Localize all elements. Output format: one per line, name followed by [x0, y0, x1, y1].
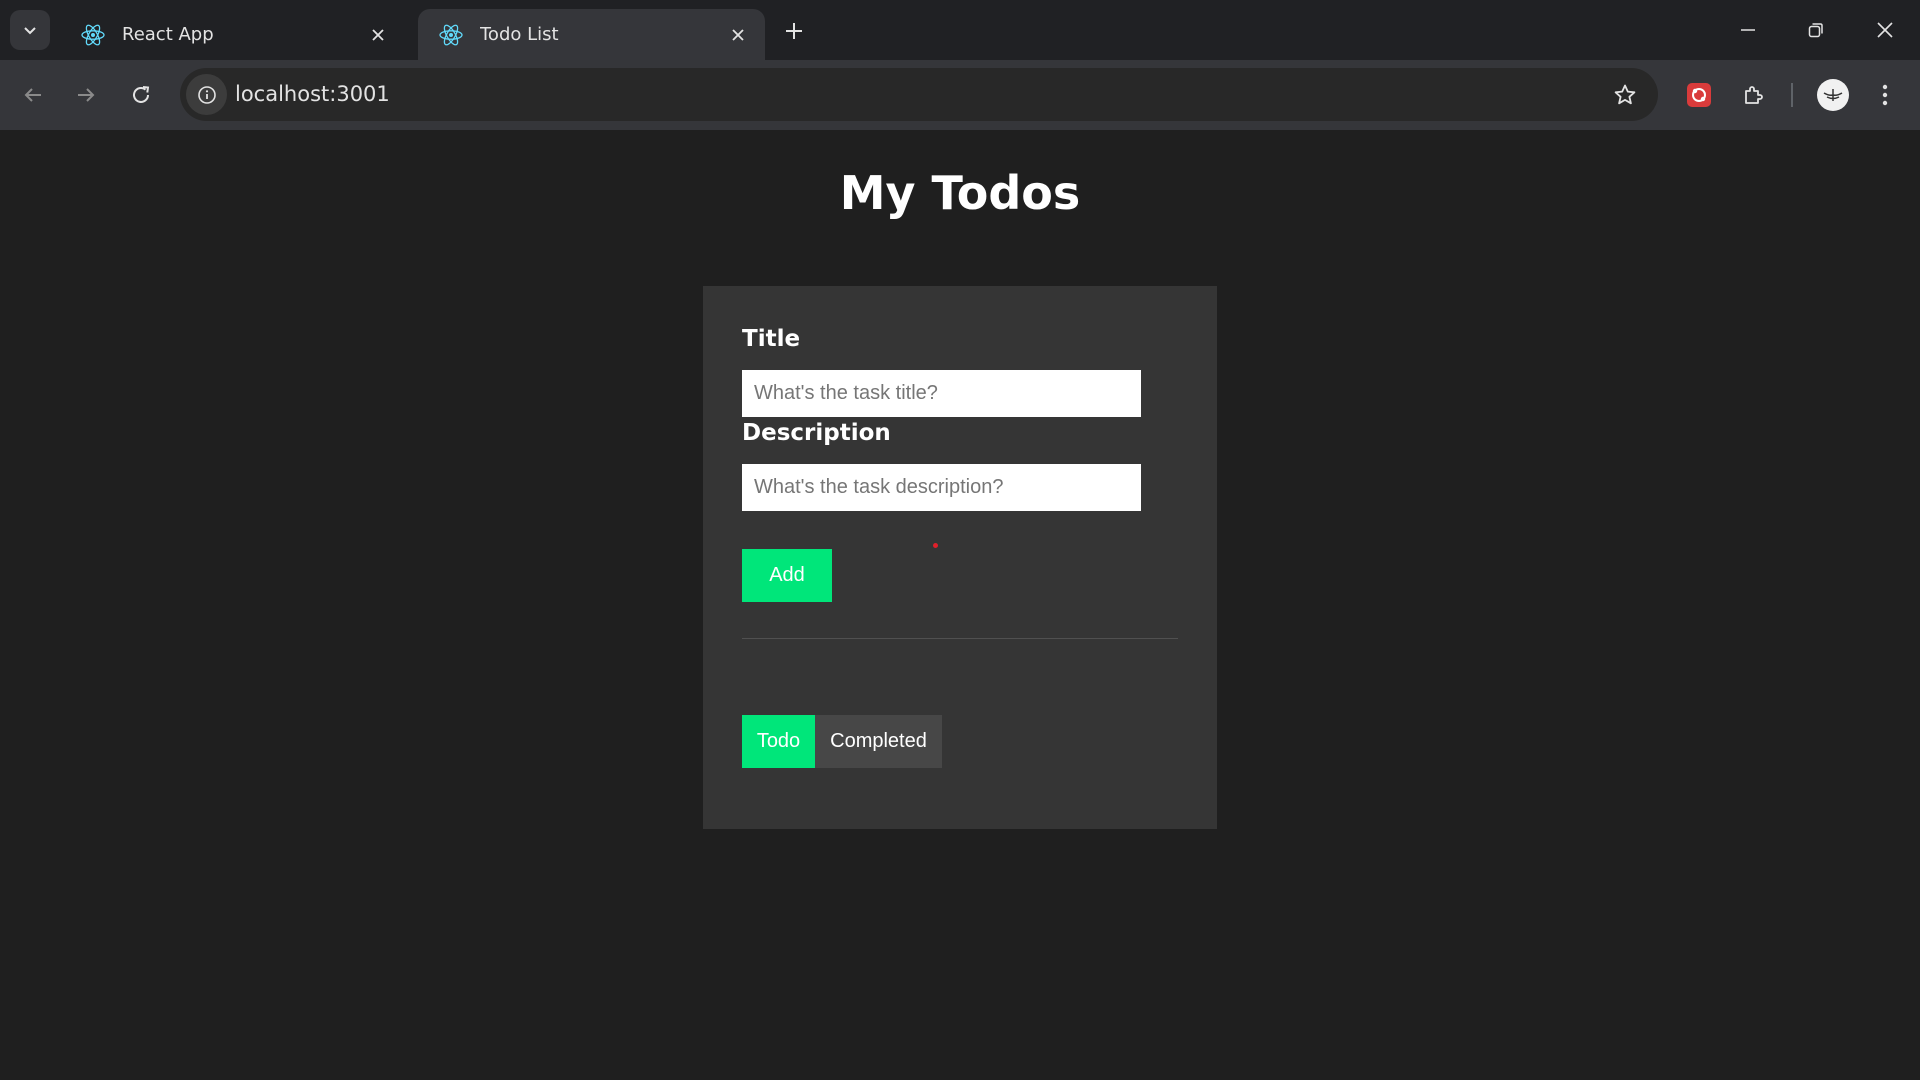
tab-search-button[interactable] — [10, 10, 50, 50]
forward-button[interactable] — [67, 76, 105, 114]
forward-arrow-icon — [78, 88, 95, 102]
restore-button[interactable] — [1796, 12, 1836, 48]
minimize-icon — [1741, 29, 1755, 31]
page-title: My Todos — [839, 166, 1081, 220]
close-icon — [1877, 22, 1893, 38]
chevron-down-icon — [24, 27, 36, 35]
tab-react-app[interactable]: React App — [60, 9, 405, 60]
extensions-menu-button[interactable] — [1735, 76, 1773, 114]
mouse-cursor-indicator — [933, 543, 938, 548]
close-icon[interactable] — [727, 24, 749, 46]
title-label: Title — [742, 326, 801, 352]
browser-toolbar: localhost:3001 — [0, 60, 1920, 130]
info-icon — [197, 85, 216, 104]
extension-badge-icon — [1687, 83, 1711, 107]
back-button[interactable] — [14, 76, 52, 114]
description-label: Description — [742, 420, 891, 446]
todo-card: Title Description Add Todo Completed — [703, 286, 1217, 829]
address-bar[interactable]: localhost:3001 — [180, 68, 1658, 121]
avatar-icon — [1823, 89, 1843, 101]
title-input[interactable] — [742, 370, 1141, 417]
profile-avatar[interactable] — [1817, 79, 1849, 111]
star-icon — [1614, 84, 1636, 105]
close-icon[interactable] — [367, 24, 389, 46]
restore-icon — [1808, 23, 1823, 38]
tab-title: Todo List — [480, 24, 559, 45]
description-input[interactable] — [742, 464, 1141, 511]
bookmark-button[interactable] — [1610, 80, 1640, 110]
site-info-button[interactable] — [186, 74, 227, 115]
plus-icon — [786, 23, 802, 39]
tab-title: React App — [122, 24, 214, 45]
toolbar-divider — [1791, 83, 1793, 107]
react-icon — [439, 24, 463, 45]
divider — [742, 638, 1178, 639]
add-button[interactable]: Add — [742, 549, 832, 602]
reload-button[interactable] — [122, 76, 160, 114]
new-tab-button[interactable] — [780, 17, 808, 45]
reload-icon — [133, 86, 150, 103]
url-text: localhost:3001 — [235, 82, 390, 106]
back-arrow-icon — [24, 88, 41, 102]
browser-menu-button[interactable] — [1866, 76, 1904, 114]
close-window-button[interactable] — [1865, 12, 1905, 48]
react-icon — [81, 24, 105, 45]
todo-filter-button[interactable]: Todo — [742, 715, 815, 768]
puzzle-icon — [1745, 86, 1763, 104]
tab-todo-list[interactable]: Todo List — [418, 9, 765, 60]
extension-button[interactable] — [1680, 76, 1718, 114]
more-vertical-icon — [1882, 84, 1888, 106]
minimize-button[interactable] — [1728, 12, 1768, 48]
browser-tab-strip: React App Todo List — [0, 0, 1920, 60]
completed-filter-button[interactable]: Completed — [815, 715, 942, 768]
